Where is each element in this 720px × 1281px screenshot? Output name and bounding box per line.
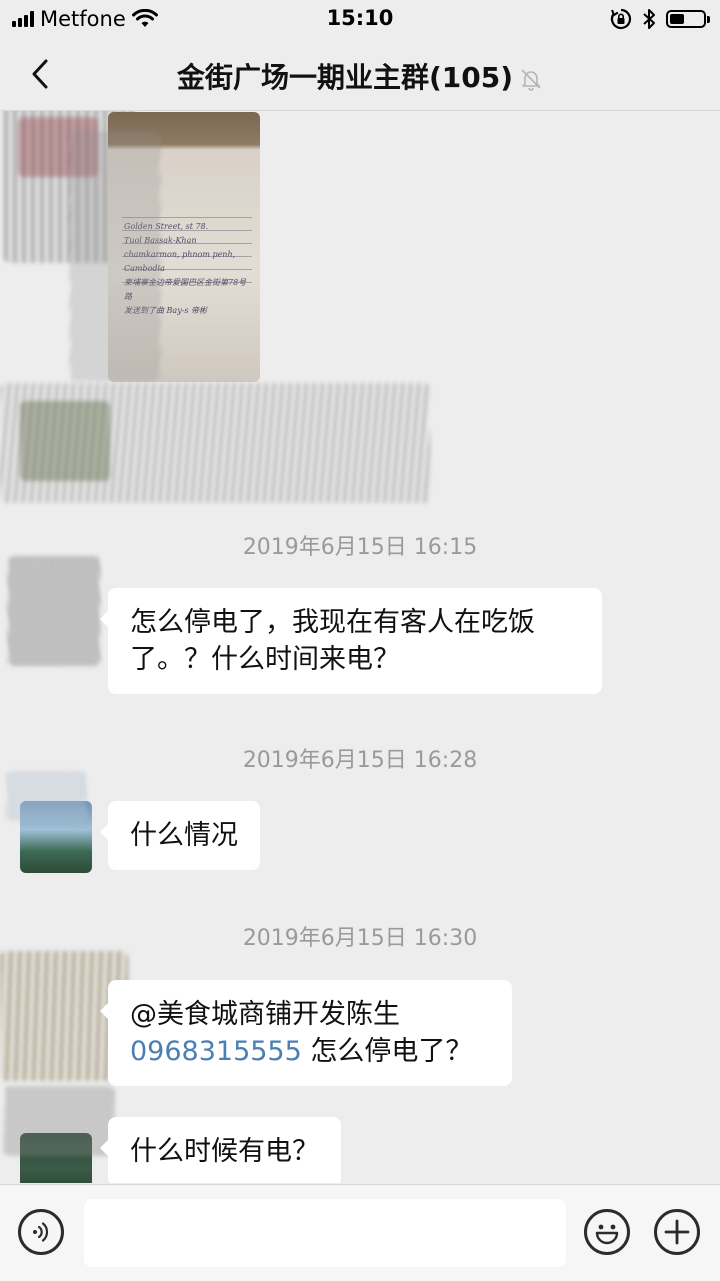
status-bar: Metfone 15:10 bbox=[0, 0, 720, 38]
input-bar bbox=[0, 1184, 720, 1281]
plus-button[interactable] bbox=[654, 1209, 700, 1255]
mention-text[interactable]: @美食城商铺开发陈生 bbox=[130, 999, 400, 1030]
message-text: 什么情况 bbox=[130, 820, 238, 851]
avatar-obscured bbox=[8, 556, 100, 666]
phone-link[interactable]: 0968315555 bbox=[130, 1036, 302, 1067]
chat-title: 金街广场一期业主群(105) bbox=[0, 56, 720, 96]
message-text: 什么时候有电？ bbox=[130, 1136, 319, 1167]
message-bubble[interactable]: 什么情况 bbox=[100, 801, 260, 870]
message-input[interactable] bbox=[84, 1199, 566, 1267]
photo-overlay-scribble bbox=[70, 131, 160, 381]
avatar-obscured bbox=[4, 1086, 114, 1156]
voice-button[interactable] bbox=[18, 1209, 64, 1255]
message-timestamp: 2019年6月15日 16:15 bbox=[242, 535, 478, 560]
plus-icon bbox=[664, 1219, 690, 1245]
message-text: 怎么停电了，我现在有客人在吃饭了。？什么时间来电？ bbox=[130, 607, 535, 675]
chat-title-text: 金街广场一期业主群(105) bbox=[176, 61, 514, 94]
battery-fill bbox=[670, 14, 685, 24]
message-text: 怎么停电了？ bbox=[301, 1036, 473, 1067]
voice-icon bbox=[33, 1222, 49, 1242]
rotation-lock-icon bbox=[610, 8, 632, 30]
obscured-message-tint bbox=[20, 401, 110, 481]
emoji-button[interactable] bbox=[584, 1209, 630, 1255]
emoji-icon bbox=[595, 1224, 619, 1245]
message-bubble[interactable]: 怎么停电了，我现在有客人在吃饭了。？什么时间来电？ bbox=[100, 588, 602, 694]
status-right bbox=[610, 6, 710, 32]
message-bubble[interactable]: 什么时候有电？ bbox=[100, 1117, 341, 1183]
chat-history[interactable]: Golden Street, st 78. Tuol Bassak-Khan c… bbox=[0, 111, 720, 1183]
nav-bar: 金街广场一期业主群(105) bbox=[0, 38, 720, 111]
message-timestamp: 2019年6月15日 16:28 bbox=[242, 748, 478, 773]
battery-icon bbox=[666, 10, 710, 28]
bluetooth-icon bbox=[643, 9, 655, 29]
avatar-obscured bbox=[6, 771, 86, 821]
mute-bell-icon bbox=[521, 69, 541, 91]
message-timestamp: 2019年6月15日 16:30 bbox=[242, 926, 478, 951]
message-bubble[interactable]: @美食城商铺开发陈生 0968315555 怎么停电了？ bbox=[100, 980, 512, 1086]
